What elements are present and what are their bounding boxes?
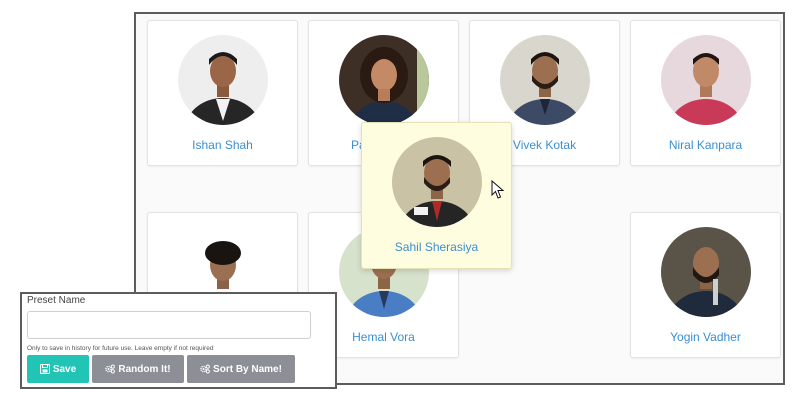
person-name: Sahil Sherasiya — [394, 240, 479, 254]
avatar — [339, 35, 429, 125]
preset-name-input[interactable] — [27, 311, 311, 339]
gears-icon — [105, 364, 116, 374]
dragging-person-card[interactable]: Sahil Sherasiya — [361, 122, 512, 269]
save-icon — [39, 364, 50, 374]
sort-label: Sort By Name! — [213, 363, 282, 375]
avatar — [392, 137, 482, 227]
person-card[interactable]: Yogin Vadher — [630, 212, 781, 358]
avatar — [661, 35, 751, 125]
person-name: Yogin Vadher — [670, 330, 741, 344]
person-name: Ishan Shah — [192, 138, 253, 152]
random-label: Random It! — [118, 363, 171, 375]
save-label: Save — [52, 363, 77, 375]
random-button[interactable]: Random It! — [92, 355, 184, 383]
cursor-icon — [491, 180, 505, 199]
gears-icon — [200, 364, 210, 374]
preset-hint: Only to save in history for future use. … — [27, 345, 214, 352]
sort-by-name-button[interactable]: Sort By Name! — [187, 355, 295, 383]
person-card[interactable]: Ishan Shah — [147, 20, 298, 166]
person-card[interactable]: Niral Kanpara — [630, 20, 781, 166]
preset-panel: Preset Name Only to save in history for … — [20, 292, 337, 389]
preset-name-label: Preset Name — [27, 295, 86, 306]
save-button[interactable]: Save — [27, 355, 89, 383]
avatar — [500, 35, 590, 125]
person-name: Niral Kanpara — [668, 138, 743, 152]
avatar — [661, 227, 751, 317]
avatar — [178, 35, 268, 125]
